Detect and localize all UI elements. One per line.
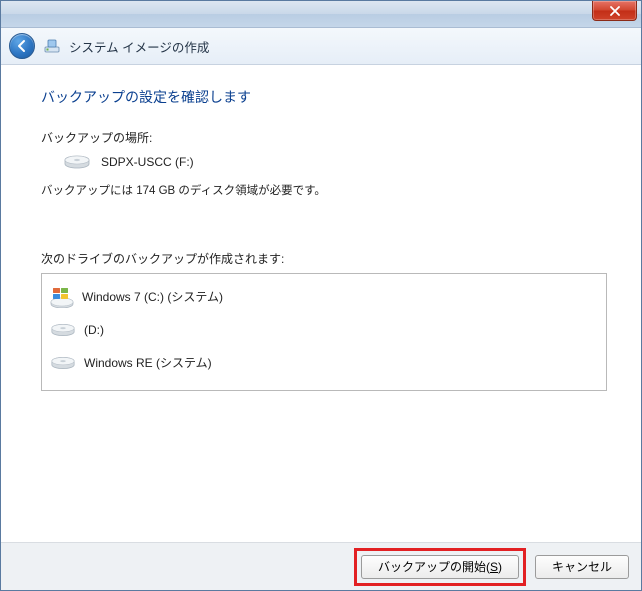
- backup-location-row: SDPX-USCC (F:): [41, 154, 607, 170]
- button-label-prefix: バックアップの開始(: [378, 558, 490, 575]
- close-button[interactable]: [592, 1, 637, 21]
- hard-disk-icon: [50, 322, 76, 338]
- drive-label: Windows 7 (C:) (システム): [82, 288, 223, 305]
- drive-row: (D:): [50, 313, 598, 346]
- button-label-suffix: ): [498, 560, 502, 574]
- drives-label: 次のドライブのバックアップが作成されます:: [41, 250, 607, 267]
- drive-label: Windows RE (システム): [84, 354, 212, 371]
- drive-row: Windows RE (システム): [50, 346, 598, 379]
- drive-row: Windows 7 (C:) (システム): [50, 280, 598, 313]
- content-area: バックアップの設定を確認します バックアップの場所: SDPX-USCC (F:…: [1, 65, 641, 542]
- app-icon: [43, 37, 61, 55]
- drives-list: Windows 7 (C:) (システム) (D:) Win: [41, 273, 607, 391]
- start-backup-button[interactable]: バックアップの開始(S): [361, 555, 519, 579]
- location-value: SDPX-USCC (F:): [101, 155, 194, 169]
- button-accelerator: S: [490, 560, 498, 574]
- hard-disk-icon: [50, 355, 76, 371]
- location-label: バックアップの場所:: [41, 129, 607, 146]
- close-icon: [609, 6, 621, 16]
- window-title: システム イメージの作成: [69, 37, 209, 56]
- titlebar: [1, 1, 641, 28]
- footer-bar: バックアップの開始(S) キャンセル: [1, 542, 641, 590]
- cancel-button[interactable]: キャンセル: [535, 555, 629, 579]
- drive-label: (D:): [84, 323, 104, 337]
- main-heading: バックアップの設定を確認します: [41, 87, 607, 107]
- space-required-text: バックアップには 174 GB のディスク領域が必要です。: [41, 182, 607, 198]
- windows-drive-icon: [50, 286, 74, 308]
- header-bar: システム イメージの作成: [1, 28, 641, 65]
- back-arrow-icon: [15, 39, 29, 53]
- hard-disk-icon: [63, 154, 91, 170]
- dialog-window: システム イメージの作成 バックアップの設定を確認します バックアップの場所: …: [0, 0, 642, 591]
- back-button[interactable]: [9, 33, 35, 59]
- primary-button-highlight: バックアップの開始(S): [354, 548, 526, 586]
